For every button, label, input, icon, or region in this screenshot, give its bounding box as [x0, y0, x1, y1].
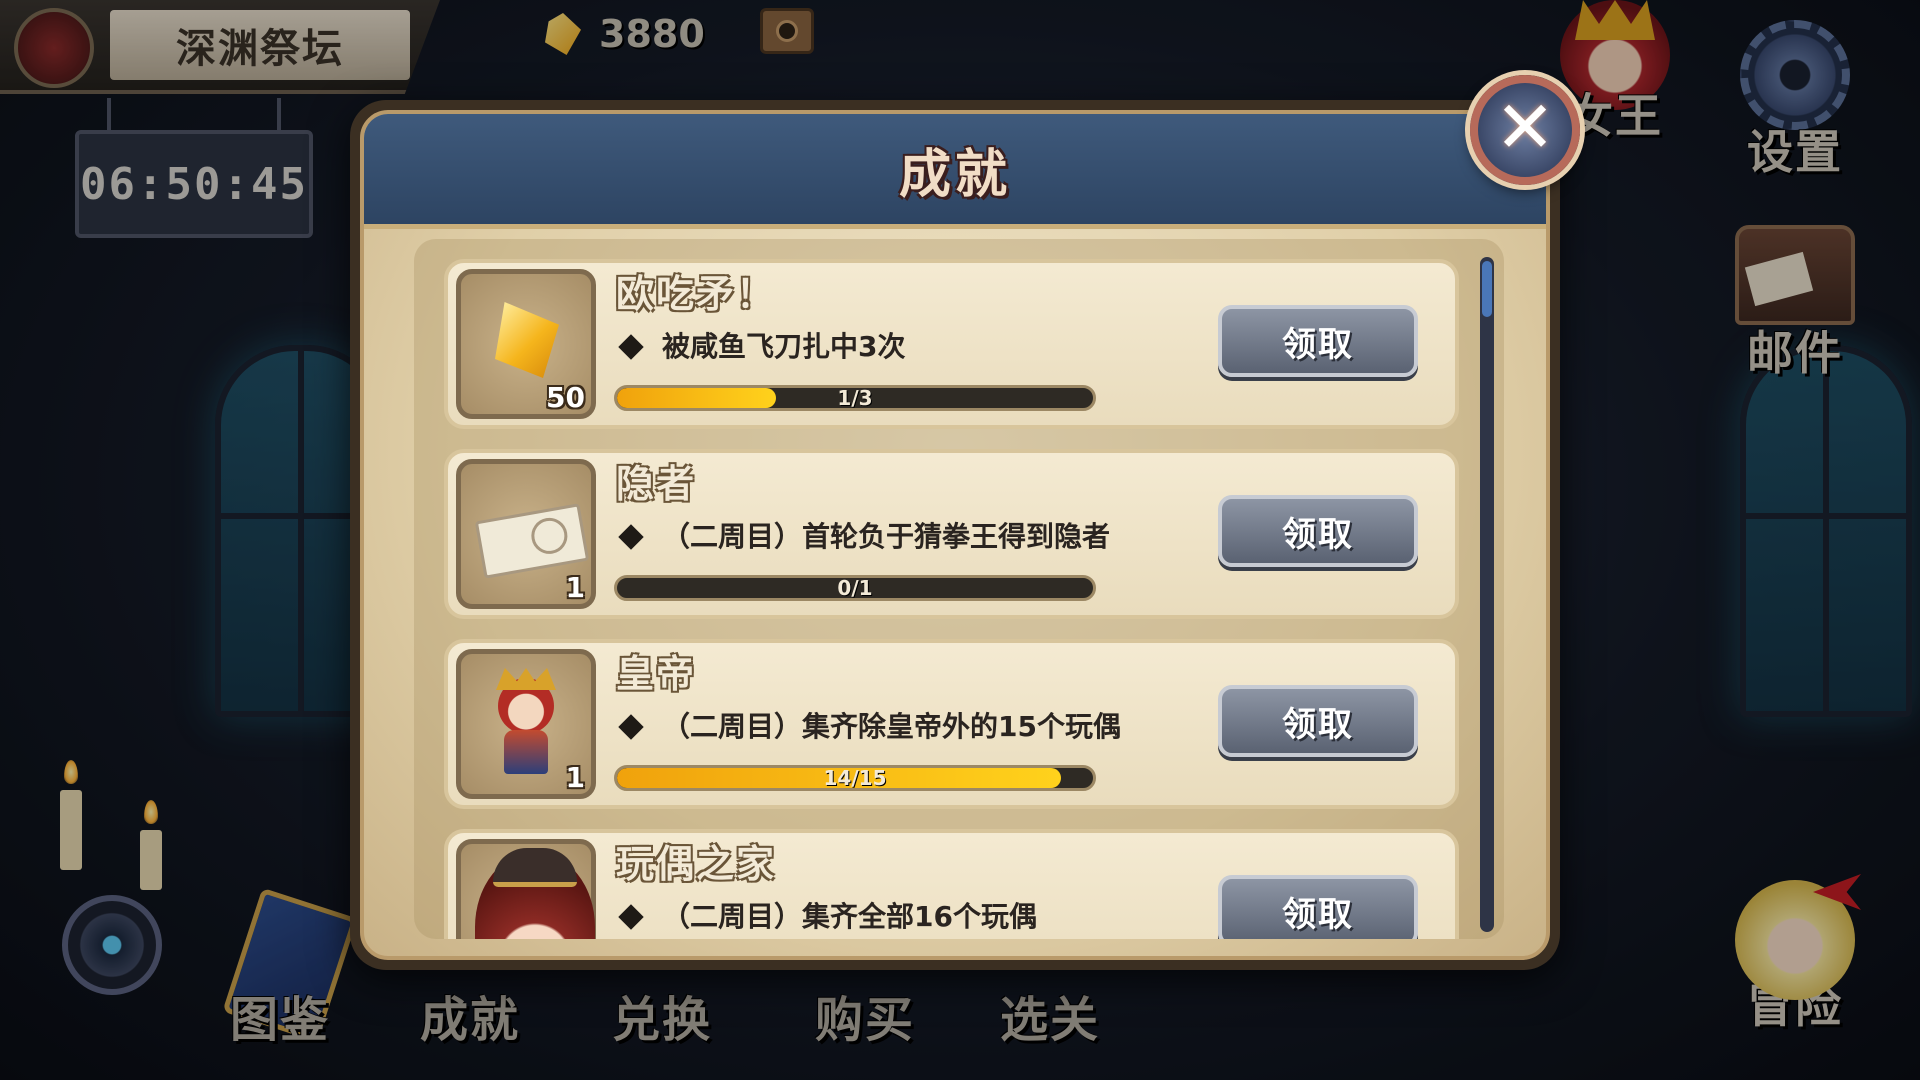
achievement-row: 玩偶之家 （二周目）集齐全部16个玩偶 领取 — [444, 829, 1459, 939]
achievement-title: 欧吃矛！ — [616, 272, 777, 316]
achievement-description-text: 被咸鱼飞刀扎中3次 — [662, 330, 906, 363]
claim-label: 领取 — [1282, 894, 1354, 935]
achievement-title: 玩偶之家 — [616, 842, 777, 886]
progress-bar: 0/1 — [614, 575, 1096, 601]
progress-text: 14/15 — [823, 766, 887, 790]
diamond-bullet-icon — [618, 524, 644, 550]
claim-label: 领取 — [1282, 704, 1354, 745]
claim-label: 领取 — [1282, 514, 1354, 555]
achievement-title: 皇帝 — [616, 652, 697, 696]
achievement-row: 50 欧吃矛！ 被咸鱼飞刀扎中3次 1/3 领取 — [444, 259, 1459, 429]
reward-count: 1 — [565, 761, 585, 794]
achievement-row: 1 隐者 （二周目）首轮负于猜拳王得到隐者 0/1 领取 — [444, 449, 1459, 619]
scroll-thumb[interactable] — [1482, 261, 1492, 317]
claim-button[interactable]: 领取 — [1218, 685, 1418, 757]
progress-text: 0/1 — [837, 576, 873, 600]
crystal-icon — [495, 302, 559, 378]
achievements-dialog: 成就 50 欧吃矛！ 被咸鱼飞刀扎中3次 1/3 领取 1 隐者 （二周目）首轮… — [350, 100, 1560, 970]
achievement-list: 50 欧吃矛！ 被咸鱼飞刀扎中3次 1/3 领取 1 隐者 （二周目）首轮负于猜… — [444, 259, 1459, 939]
reward-slot: 1 — [456, 459, 596, 609]
achievement-title: 隐者 — [616, 462, 697, 506]
progress-bar: 1/3 — [614, 385, 1096, 411]
emperor-doll-icon — [491, 668, 561, 778]
dialog-panel: 成就 50 欧吃矛！ 被咸鱼飞刀扎中3次 1/3 领取 1 隐者 （二周目）首轮… — [360, 110, 1550, 960]
diamond-bullet-icon — [618, 334, 644, 360]
claim-button[interactable]: 领取 — [1218, 305, 1418, 377]
claim-label: 领取 — [1282, 324, 1354, 365]
claim-button[interactable]: 领取 — [1218, 875, 1418, 939]
close-button[interactable]: ✕ — [1470, 75, 1580, 185]
achievement-description-text: （二周目）集齐全部16个玩偶 — [662, 900, 1037, 933]
dialog-header: 成就 — [364, 114, 1546, 229]
reward-slot: 1 — [456, 649, 596, 799]
progress-text: 1/3 — [837, 386, 873, 410]
achievement-description-text: （二周目）集齐除皇帝外的15个玩偶 — [662, 710, 1121, 743]
achievement-row: 1 皇帝 （二周目）集齐除皇帝外的15个玩偶 14/15 领取 — [444, 639, 1459, 809]
diamond-bullet-icon — [618, 714, 644, 740]
claim-button[interactable]: 领取 — [1218, 495, 1418, 567]
achievement-description: 被咸鱼飞刀扎中3次 — [616, 325, 905, 365]
diamond-bullet-icon — [618, 904, 644, 930]
reward-slot: 50 — [456, 269, 596, 419]
reward-count: 1 — [565, 571, 585, 604]
ticket-icon — [474, 503, 590, 579]
close-icon: ✕ — [1494, 85, 1556, 169]
dialog-title: 成就 — [898, 144, 1011, 205]
achievement-description: （二周目）首轮负于猜拳王得到隐者 — [616, 515, 1110, 555]
doll-house-character-icon — [475, 848, 595, 939]
achievement-description-text: （二周目）首轮负于猜拳王得到隐者 — [662, 520, 1111, 553]
achievement-description: （二周目）集齐全部16个玩偶 — [616, 895, 1037, 935]
progress-bar: 14/15 — [614, 765, 1096, 791]
achievement-description: （二周目）集齐除皇帝外的15个玩偶 — [616, 705, 1121, 745]
achievement-list-frame: 50 欧吃矛！ 被咸鱼飞刀扎中3次 1/3 领取 1 隐者 （二周目）首轮负于猜… — [414, 239, 1504, 939]
scrollbar[interactable] — [1480, 257, 1494, 932]
reward-count: 50 — [546, 381, 585, 414]
reward-slot — [456, 839, 596, 939]
